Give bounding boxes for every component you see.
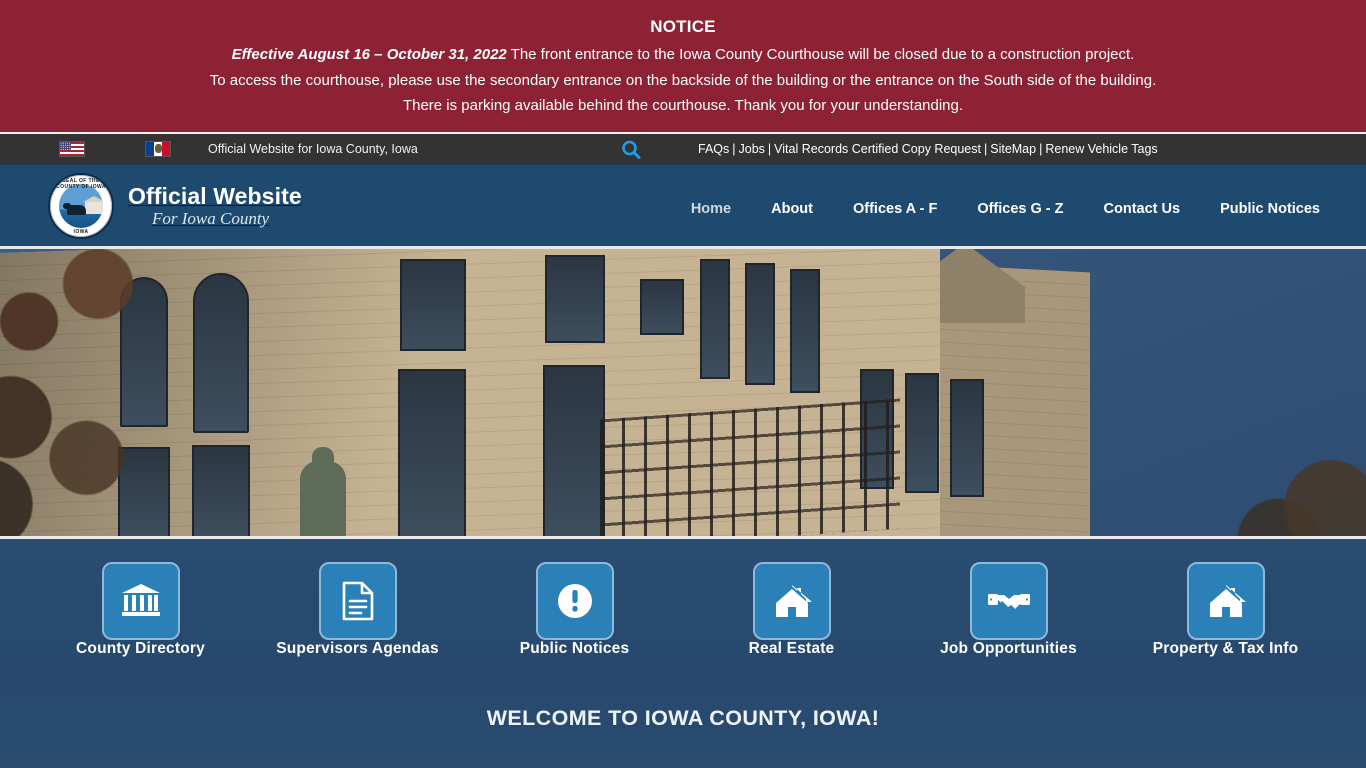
quick-link-county-directory[interactable]: County Directory <box>32 562 249 658</box>
notice-banner: NOTICE Effective August 16 – October 31,… <box>0 0 1366 134</box>
nav-item-home[interactable]: Home <box>671 195 751 223</box>
nav-item-public-notices[interactable]: Public Notices <box>1200 195 1340 223</box>
exclamation-circle-icon <box>535 562 614 640</box>
nav-item-offices-a-f[interactable]: Offices A - F <box>833 195 957 223</box>
quick-link-real-estate[interactable]: Real Estate <box>683 562 900 658</box>
welcome-title: WELCOME TO IOWA COUNTY, IOWA! <box>486 706 880 730</box>
utility-link-jobs[interactable]: Jobs <box>739 142 765 156</box>
quick-link-label: Job Opportunities <box>940 640 1077 657</box>
seal-top-text: SEAL OF THE COUNTY OF IOWA <box>56 177 106 190</box>
quick-link-supervisors-agendas[interactable]: Supervisors Agendas <box>249 562 466 658</box>
main-navigation: Home About Offices A - F Offices G - Z C… <box>671 195 1340 223</box>
quick-link-label: County Directory <box>76 640 205 657</box>
utility-link-faqs[interactable]: FAQs <box>698 142 729 156</box>
search-icon[interactable] <box>620 139 642 161</box>
quick-link-label: Real Estate <box>748 640 835 657</box>
iowa-flag-icon[interactable] <box>145 141 171 157</box>
quick-link-label: Property & Tax Info <box>1152 640 1299 657</box>
courthouse-photo <box>0 249 1366 536</box>
document-icon <box>318 562 397 640</box>
hero-banner: OFFICIAL WEBSITE Welcome to Iowa County,… <box>0 249 1366 539</box>
notice-line-1-rest: The front entrance to the Iowa County Co… <box>506 46 1135 63</box>
bank-icon <box>101 562 180 640</box>
notice-line-1: Effective August 16 – October 31, 2022 T… <box>0 42 1366 68</box>
brand-logo-link[interactable]: SEAL OF THE COUNTY OF IOWA IOWA Official… <box>48 173 302 239</box>
utility-link-vital-records[interactable]: Vital Records Certified Copy Request <box>774 142 981 156</box>
utility-link-sitemap[interactable]: SiteMap <box>990 142 1036 156</box>
utility-sep-2: | <box>767 142 772 156</box>
notice-line-2: To access the courthouse, please use the… <box>209 71 1157 89</box>
utility-link-renew-vehicle-tags[interactable]: Renew Vehicle Tags <box>1045 142 1157 156</box>
quick-link-public-notices[interactable]: Public Notices <box>466 562 683 658</box>
nav-item-about[interactable]: About <box>751 195 833 223</box>
utility-sep-4: | <box>1039 142 1043 156</box>
nav-item-contact-us[interactable]: Contact Us <box>1084 195 1201 223</box>
quick-link-job-opportunities[interactable]: Job Opportunities <box>900 562 1117 658</box>
notice-line-3: There is parking available behind the co… <box>402 97 964 114</box>
nav-item-offices-g-z[interactable]: Offices G - Z <box>957 195 1083 223</box>
handshake-icon <box>969 562 1048 640</box>
site-header: SEAL OF THE COUNTY OF IOWA IOWA Official… <box>0 165 1366 249</box>
utility-sep-1: | <box>732 142 736 156</box>
house-icon <box>752 562 831 640</box>
quick-links-bar: County Directory Supervisors Agendas Pub… <box>0 539 1366 694</box>
brand-subtitle: For Iowa County <box>152 209 270 229</box>
utility-bar: Official Website for Iowa County, Iowa F… <box>0 134 1366 165</box>
us-flag-icon[interactable] <box>59 141 85 157</box>
quick-link-label: Public Notices <box>519 640 630 657</box>
brand-title: Official Website <box>128 182 302 209</box>
county-seal-icon: SEAL OF THE COUNTY OF IOWA IOWA <box>48 173 114 239</box>
quick-link-property-tax-info[interactable]: Property & Tax Info <box>1117 562 1334 658</box>
utility-sep-3: | <box>983 142 988 156</box>
site-tagline: Official Website for Iowa County, Iowa <box>208 142 418 156</box>
utility-links: FAQs | Jobs | Vital Records Certified Copy R… <box>698 142 1158 156</box>
welcome-section: WELCOME TO IOWA COUNTY, IOWA! <box>0 694 1366 754</box>
notice-effective-dates: Effective August 16 – October 31, 2022 <box>231 46 507 63</box>
house-icon <box>1186 562 1265 640</box>
seal-bottom-text: IOWA <box>73 229 89 235</box>
quick-link-label: Supervisors Agendas <box>276 640 439 657</box>
notice-title: NOTICE <box>650 17 716 36</box>
